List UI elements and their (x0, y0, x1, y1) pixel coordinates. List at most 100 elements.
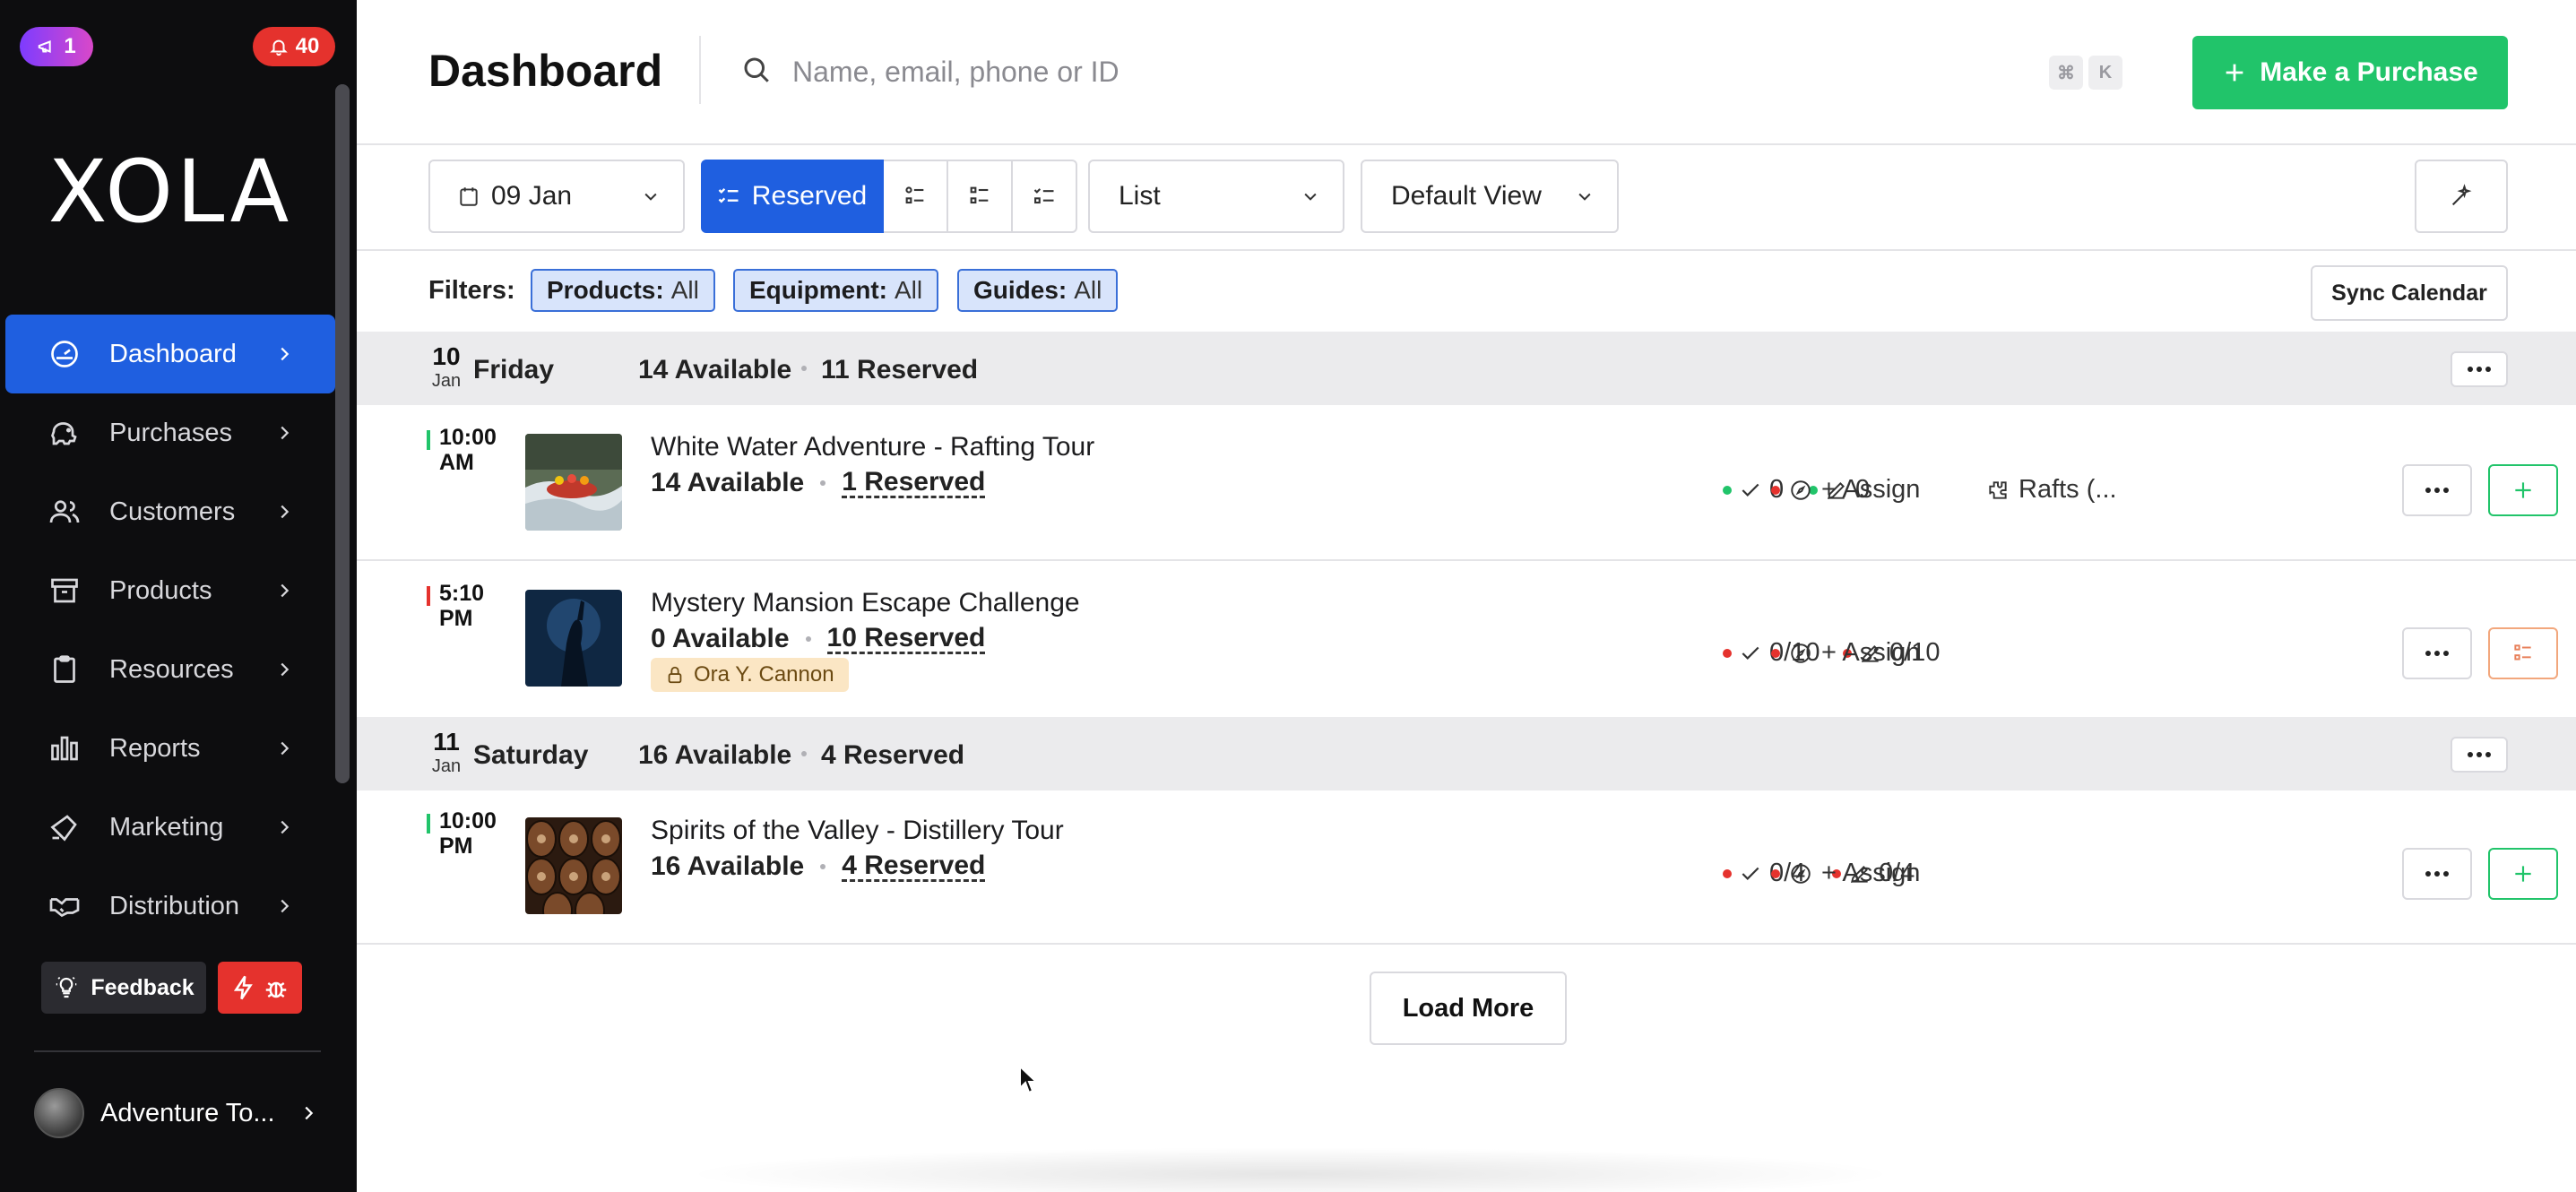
archive-box-icon (47, 573, 82, 609)
sidebar-item-reports[interactable]: Reports (5, 709, 335, 788)
list-filter-option-2[interactable] (948, 160, 1013, 233)
filter-chip-guides[interactable]: Guides: All (957, 269, 1119, 312)
event-thumbnail[interactable] (525, 590, 622, 687)
plus-icon (2226, 64, 2243, 82)
sidebar-item-products[interactable]: Products (5, 551, 335, 630)
date-picker[interactable]: 09 Jan (428, 160, 685, 233)
event-reserved-link[interactable]: 10 Reserved (826, 624, 986, 654)
event-more-button[interactable] (2402, 627, 2472, 679)
more-horizontal-icon (2425, 488, 2449, 493)
sidebar-item-label: Distribution (109, 891, 240, 920)
status-dot (1723, 485, 1732, 495)
day-more-button[interactable] (2451, 351, 2508, 387)
status-indicator (427, 586, 430, 606)
sidebar-item-marketing[interactable]: Marketing (5, 788, 335, 867)
chevron-right-icon (281, 820, 290, 834)
add-booking-button[interactable] (2488, 848, 2558, 900)
load-more-button[interactable]: Load More (1370, 972, 1567, 1045)
sidebar-scrollbar[interactable] (335, 84, 350, 783)
chevron-right-icon (281, 347, 290, 361)
lightning-icon (233, 975, 253, 1000)
more-horizontal-icon (2425, 871, 2449, 877)
event-time-value: 10:00 (439, 425, 497, 450)
assign-label: + Assign (1821, 638, 1921, 667)
toolbar: 09 Jan Reserved List Default View (357, 145, 2576, 251)
announcement-badge[interactable]: 1 (20, 27, 93, 66)
event-row[interactable]: 10:00 AM White Water Adventure - Rafting… (357, 405, 2576, 561)
checklist-icon (718, 188, 739, 203)
header-divider (699, 36, 701, 104)
filter-chip-equipment[interactable]: Equipment: All (733, 269, 939, 312)
event-title[interactable]: Mystery Mansion Escape Challenge (651, 588, 1080, 618)
reserved-toggle[interactable]: Reserved (701, 160, 884, 233)
make-purchase-button[interactable]: Make a Purchase (2192, 36, 2508, 109)
assign-guide-button[interactable]: + Assign (1771, 859, 1920, 888)
view-manifest-button[interactable] (2488, 627, 2558, 679)
separator-dot (801, 751, 807, 756)
chevron-right-icon (281, 741, 290, 756)
list-filter-option-1[interactable] (884, 160, 948, 233)
guide-name: Ora Y. Cannon (694, 662, 834, 687)
event-thumbnail[interactable] (525, 817, 622, 914)
event-time-value: 5:10 (439, 581, 485, 606)
mouse-cursor-icon (1019, 1065, 1038, 1094)
day-month: Jan (431, 371, 462, 391)
xola-logo[interactable]: XOLA (0, 142, 341, 242)
magic-wand-button[interactable] (2415, 160, 2508, 233)
view-select[interactable]: Default View (1361, 160, 1619, 233)
event-available: 0 Available (651, 624, 790, 653)
guide-tag[interactable]: Ora Y. Cannon (651, 658, 849, 692)
day-available: 16 Available (638, 740, 792, 770)
bar-chart-icon (47, 730, 82, 766)
sidebar-divider (34, 1050, 321, 1052)
add-booking-button[interactable] (2488, 464, 2558, 516)
event-thumbnail[interactable] (525, 434, 622, 531)
chevron-right-icon (281, 583, 290, 598)
filter-chip-value: All (895, 276, 923, 304)
more-horizontal-icon (2468, 752, 2491, 757)
status-indicator (427, 814, 430, 834)
notifications-count: 40 (295, 34, 320, 58)
feedback-button[interactable]: Feedback (41, 962, 206, 1014)
reserved-label: Reserved (751, 181, 868, 211)
event-available: 16 Available (651, 851, 805, 881)
event-time-value: 10:00 (439, 808, 497, 834)
sidebar-item-distribution[interactable]: Distribution (5, 867, 335, 946)
report-bug-button[interactable] (218, 962, 302, 1014)
equipment-assignment[interactable]: Rafts (... (1986, 475, 2117, 505)
notifications-badge[interactable]: 40 (253, 27, 335, 66)
layout-select[interactable]: List (1088, 160, 1344, 233)
status-dot (1771, 485, 1780, 495)
event-row[interactable]: 10:00 PM Spirits of the Valley - Distill… (357, 790, 2576, 945)
filter-chip-key: Products: (547, 276, 664, 304)
assign-guide-button[interactable]: + Assign (1771, 475, 1920, 505)
piggy-bank-icon (47, 415, 82, 451)
event-title[interactable]: White Water Adventure - Rafting Tour (651, 432, 1094, 462)
day-number: 11 (433, 728, 460, 756)
day-more-button[interactable] (2451, 737, 2508, 773)
event-time-meridiem: AM (439, 450, 474, 475)
event-reserved-link[interactable]: 1 Reserved (842, 468, 986, 498)
puzzle-icon (1989, 480, 2007, 499)
sync-calendar-button[interactable]: Sync Calendar (2311, 265, 2508, 321)
event-title[interactable]: Spirits of the Valley - Distillery Tour (651, 816, 1064, 846)
separator-dot (801, 366, 807, 371)
plus-icon (2515, 866, 2531, 882)
filter-chip-products[interactable]: Products: All (531, 269, 715, 312)
search-input[interactable] (792, 47, 1420, 97)
sidebar-item-resources[interactable]: Resources (5, 630, 335, 709)
check-icon (1742, 646, 1759, 660)
event-more-button[interactable] (2402, 464, 2472, 516)
list-filter-option-3[interactable] (1013, 160, 1077, 233)
sidebar-item-purchases[interactable]: Purchases (5, 393, 335, 472)
event-more-button[interactable] (2402, 848, 2472, 900)
date-value: 09 Jan (491, 181, 573, 211)
event-reserved-link[interactable]: 4 Reserved (842, 851, 986, 882)
assign-guide-button[interactable]: + Assign (1771, 638, 1920, 668)
event-row[interactable]: 5:10 PM Mystery Mansion Escape Challenge… (357, 561, 2576, 717)
sidebar-item-dashboard[interactable]: Dashboard (5, 315, 335, 393)
account-switcher[interactable]: Adventure To... (34, 1087, 318, 1139)
sidebar-item-customers[interactable]: Customers (5, 472, 335, 551)
make-purchase-label: Make a Purchase (2260, 57, 2478, 87)
separator-dot (820, 480, 826, 486)
